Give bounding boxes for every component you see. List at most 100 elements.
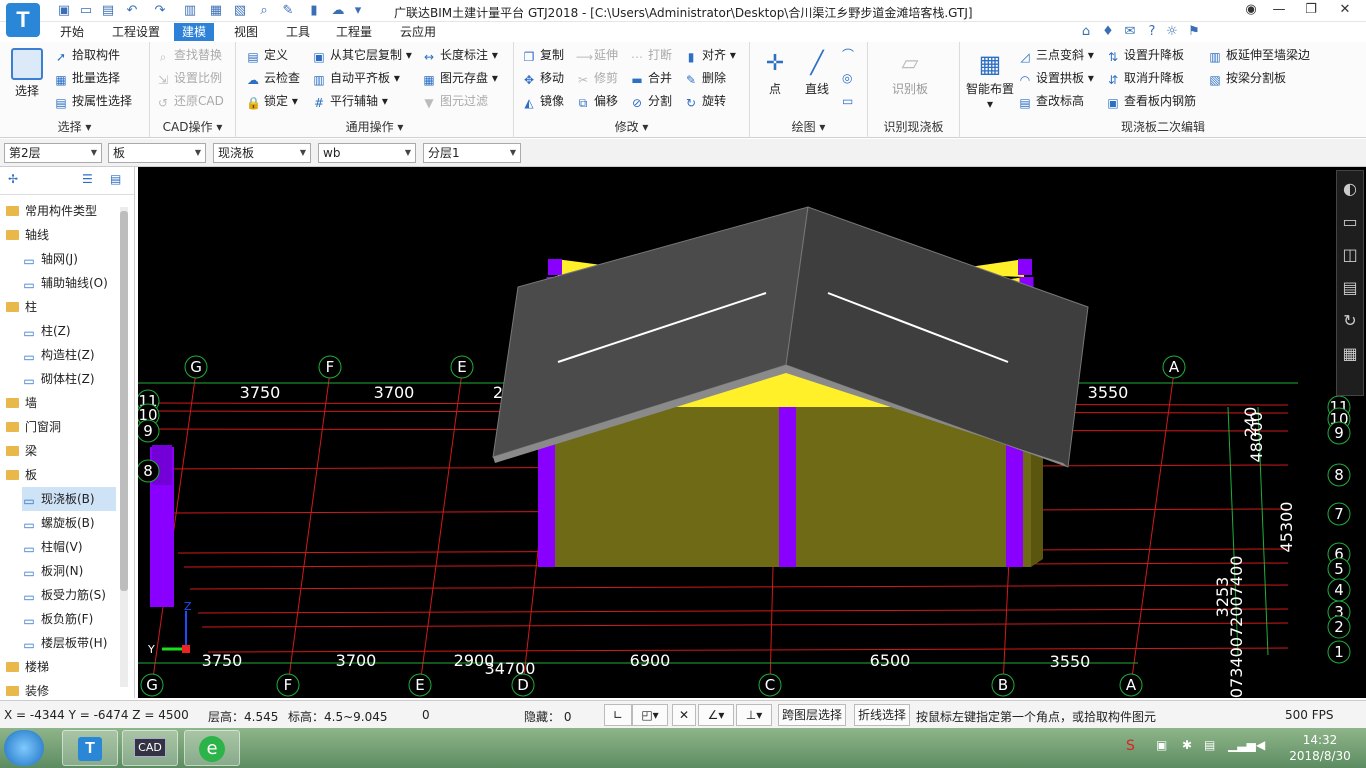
set-lift-slab-button[interactable]: ⇅ 设置升降板 — [1106, 45, 1184, 65]
tree-item[interactable]: ▭ 辅助轴线(O) — [22, 271, 107, 295]
category-select[interactable]: 板 ▼ — [108, 143, 206, 163]
tree-item[interactable]: ▭ 螺旋板(B) — [22, 511, 94, 535]
save-icon[interactable]: ▣ — [56, 3, 72, 19]
move-button[interactable]: ✥ 移动 — [522, 68, 564, 88]
angle-toggle[interactable]: ∠▾ — [698, 704, 734, 726]
model-canvas[interactable]: G F E AG F E D C B A11109876543211110983750 3700 2 3… — [138, 167, 1366, 698]
check-elevation-button[interactable]: ▤ 查改标高 — [1018, 91, 1084, 111]
ortho-toggle[interactable]: ∟ — [604, 704, 632, 726]
tree-item[interactable]: ▭ 柱帽(V) — [22, 535, 82, 559]
model-viewport[interactable]: G F E A G F E D C B A 11 10 9 8 7 6 5 4 3 2 1 11 10 9 8 3750 3700 2 3… — [138, 167, 1366, 698]
tree-scrollbar-thumb[interactable] — [120, 211, 128, 591]
tree-item[interactable]: ▭ 柱(Z) — [22, 319, 70, 343]
cancel-lift-slab-button[interactable]: ⇵ 取消升降板 — [1106, 68, 1184, 88]
flag-icon[interactable]: ⚑ — [1186, 24, 1202, 40]
taskbar-cad-app[interactable]: CAD — [122, 730, 178, 766]
element-filter-button[interactable]: ▼ 图元过滤 — [422, 91, 488, 111]
point-button[interactable]: ✛ 点 — [760, 48, 790, 97]
offset-toggle[interactable]: ⊥▾ — [736, 704, 772, 726]
tree-item[interactable]: ▭ 砌体柱(Z) — [22, 367, 94, 391]
restore-button[interactable]: ❐ — [1300, 2, 1322, 20]
sphere-icon[interactable]: ◐ — [1337, 171, 1363, 198]
extend-button[interactable]: ⟶延伸 — [576, 45, 618, 65]
polyline-select-button[interactable]: 折线选择 — [854, 704, 911, 726]
snap-toggle[interactable]: ◰▾ — [632, 704, 668, 726]
group-select-label[interactable]: 选择 ▾ — [0, 118, 149, 135]
smart-layout-button[interactable]: ▦ 智能布置 ▾ — [964, 48, 1016, 111]
minimize-button[interactable]: — — [1268, 2, 1290, 20]
menu-quantity[interactable]: 工程量 — [328, 23, 380, 41]
list-icon[interactable]: ☰ — [82, 172, 93, 186]
rotate-view-icon[interactable]: ↻ — [1337, 297, 1363, 330]
select-by-attribute-button[interactable]: ▤ 按属性选择 — [54, 91, 132, 111]
menu-project-settings[interactable]: 工程设置 — [104, 23, 168, 41]
tree-item[interactable]: ▭ 板负筋(F) — [22, 607, 93, 631]
split-by-beam-button[interactable]: ▧ 按梁分割板 — [1208, 68, 1286, 88]
pick-component-button[interactable]: ➚ 拾取构件 — [54, 45, 120, 65]
report-icon[interactable]: ▧ — [232, 3, 248, 19]
tshirt-icon[interactable]: ♦ — [1100, 24, 1116, 40]
bluetooth-icon[interactable]: ✱ — [1182, 738, 1192, 752]
tree-folder[interactable]: 常用构件类型 — [6, 199, 97, 223]
table-icon[interactable]: ▤ — [110, 172, 121, 186]
volume-icon[interactable]: ◀ — [1256, 738, 1265, 752]
find-replace-button[interactable]: ⌕ 查找替换 — [156, 45, 222, 65]
recognize-slab-button[interactable]: ▱ 识别板 — [880, 48, 940, 97]
menu-tools[interactable]: 工具 — [278, 23, 318, 41]
group-cad-label[interactable]: CAD操作 ▾ — [150, 118, 235, 135]
qa-dropdown-icon[interactable]: ▾ — [350, 3, 366, 19]
align-button[interactable]: ▮ 对齐 ▾ — [684, 45, 736, 65]
taskbar-gtj-app[interactable]: T — [62, 730, 118, 766]
new-icon[interactable]: ▭ — [78, 3, 94, 19]
tree-item[interactable]: ▭ 构造柱(Z) — [22, 343, 94, 367]
tree-folder[interactable]: 梁 — [6, 439, 37, 463]
print-icon[interactable]: ▥ — [182, 3, 198, 19]
circle-icon[interactable]: ◎ — [842, 68, 852, 88]
tree-item[interactable]: ▭ 楼层板带(H) — [22, 631, 107, 655]
tree-item[interactable]: ▭ 板受力筋(S) — [22, 583, 106, 607]
group-common-label[interactable]: 通用操作 ▾ — [236, 118, 513, 135]
tree-item[interactable]: ▭ 现浇板(B) — [22, 487, 116, 511]
component-select[interactable]: wb ▼ — [318, 143, 416, 163]
group-draw-label[interactable]: 绘图 ▾ — [750, 118, 867, 135]
rotate-button[interactable]: ↻ 旋转 — [684, 91, 726, 111]
select-button[interactable]: 选择 — [8, 48, 46, 99]
calc-icon[interactable]: ▦ — [208, 3, 224, 19]
dynamic-input-toggle[interactable]: ✕ — [672, 704, 696, 726]
type-select[interactable]: 现浇板 ▼ — [213, 143, 311, 163]
chat-icon[interactable]: ✉ — [1122, 24, 1138, 40]
set-arch-button[interactable]: ◠ 设置拱板 ▾ — [1018, 68, 1094, 88]
tray-icon-1[interactable]: ▣ — [1156, 738, 1167, 752]
menu-start[interactable]: 开始 — [52, 23, 92, 41]
cloud-icon[interactable]: ☁ — [330, 3, 346, 19]
grid-view-icon[interactable]: ▦ — [1337, 330, 1363, 363]
tree-folder[interactable]: 墙 — [6, 391, 37, 415]
undo-icon[interactable]: ↶ — [124, 3, 140, 19]
clock[interactable]: 14:32 2018/8/30 — [1288, 732, 1352, 764]
menu-view[interactable]: 视图 — [226, 23, 266, 41]
length-dimension-button[interactable]: ↔ 长度标注 ▾ — [422, 45, 498, 65]
view-rebar-button[interactable]: ▣ 查看板内钢筋 — [1106, 91, 1196, 111]
group-modify-label[interactable]: 修改 ▾ — [514, 118, 749, 135]
usb-icon[interactable]: ▤ — [1204, 738, 1215, 752]
batch-select-button[interactable]: ▦ 批量选择 — [54, 68, 120, 88]
cloud-check-button[interactable]: ☁ 云检查 — [246, 68, 300, 88]
tree-folder[interactable]: 装修 — [6, 679, 49, 698]
menu-cloud[interactable]: 云应用 — [392, 23, 444, 41]
open-icon[interactable]: ▤ — [100, 3, 116, 19]
floor-select[interactable]: 第2层 ▼ — [4, 143, 102, 163]
cross-layer-select-button[interactable]: 跨图层选择 — [778, 704, 847, 726]
menu-modeling[interactable]: 建模 — [174, 23, 215, 41]
set-scale-button[interactable]: ⇲ 设置比例 — [156, 68, 222, 88]
search-file-icon[interactable]: ⌕ — [256, 3, 272, 19]
tree-folder[interactable]: 楼梯 — [6, 655, 49, 679]
arc-icon[interactable]: ⌒ — [842, 45, 854, 65]
element-save-button[interactable]: ▦ 图元存盘 ▾ — [422, 68, 498, 88]
restore-cad-button[interactable]: ↺ 还原CAD — [156, 91, 224, 111]
rectangle-icon[interactable]: ▭ — [842, 91, 853, 111]
delete-button[interactable]: ✎ 删除 — [684, 68, 726, 88]
ime-icon[interactable]: S — [1126, 738, 1135, 754]
split-button[interactable]: ⊘ 分割 — [630, 91, 672, 111]
tree-folder[interactable]: 板 — [6, 463, 37, 487]
copy-button[interactable]: ❐ 复制 — [522, 45, 564, 65]
